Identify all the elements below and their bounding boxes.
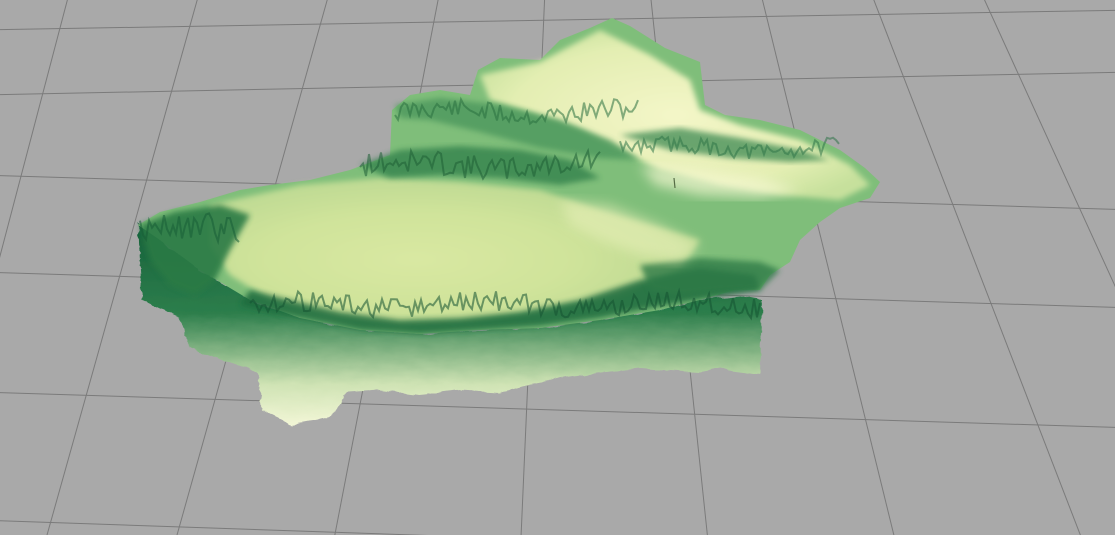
grid-line xyxy=(0,0,68,258)
grid-line xyxy=(0,9,1115,31)
grid-line xyxy=(873,0,1081,535)
terrain-surface xyxy=(138,18,880,334)
terrain-scene xyxy=(0,0,1115,535)
grid-line xyxy=(0,520,428,535)
grid-line xyxy=(0,392,1115,428)
map-3d-viewport[interactable] xyxy=(0,0,1115,535)
grid-line xyxy=(984,0,1115,288)
